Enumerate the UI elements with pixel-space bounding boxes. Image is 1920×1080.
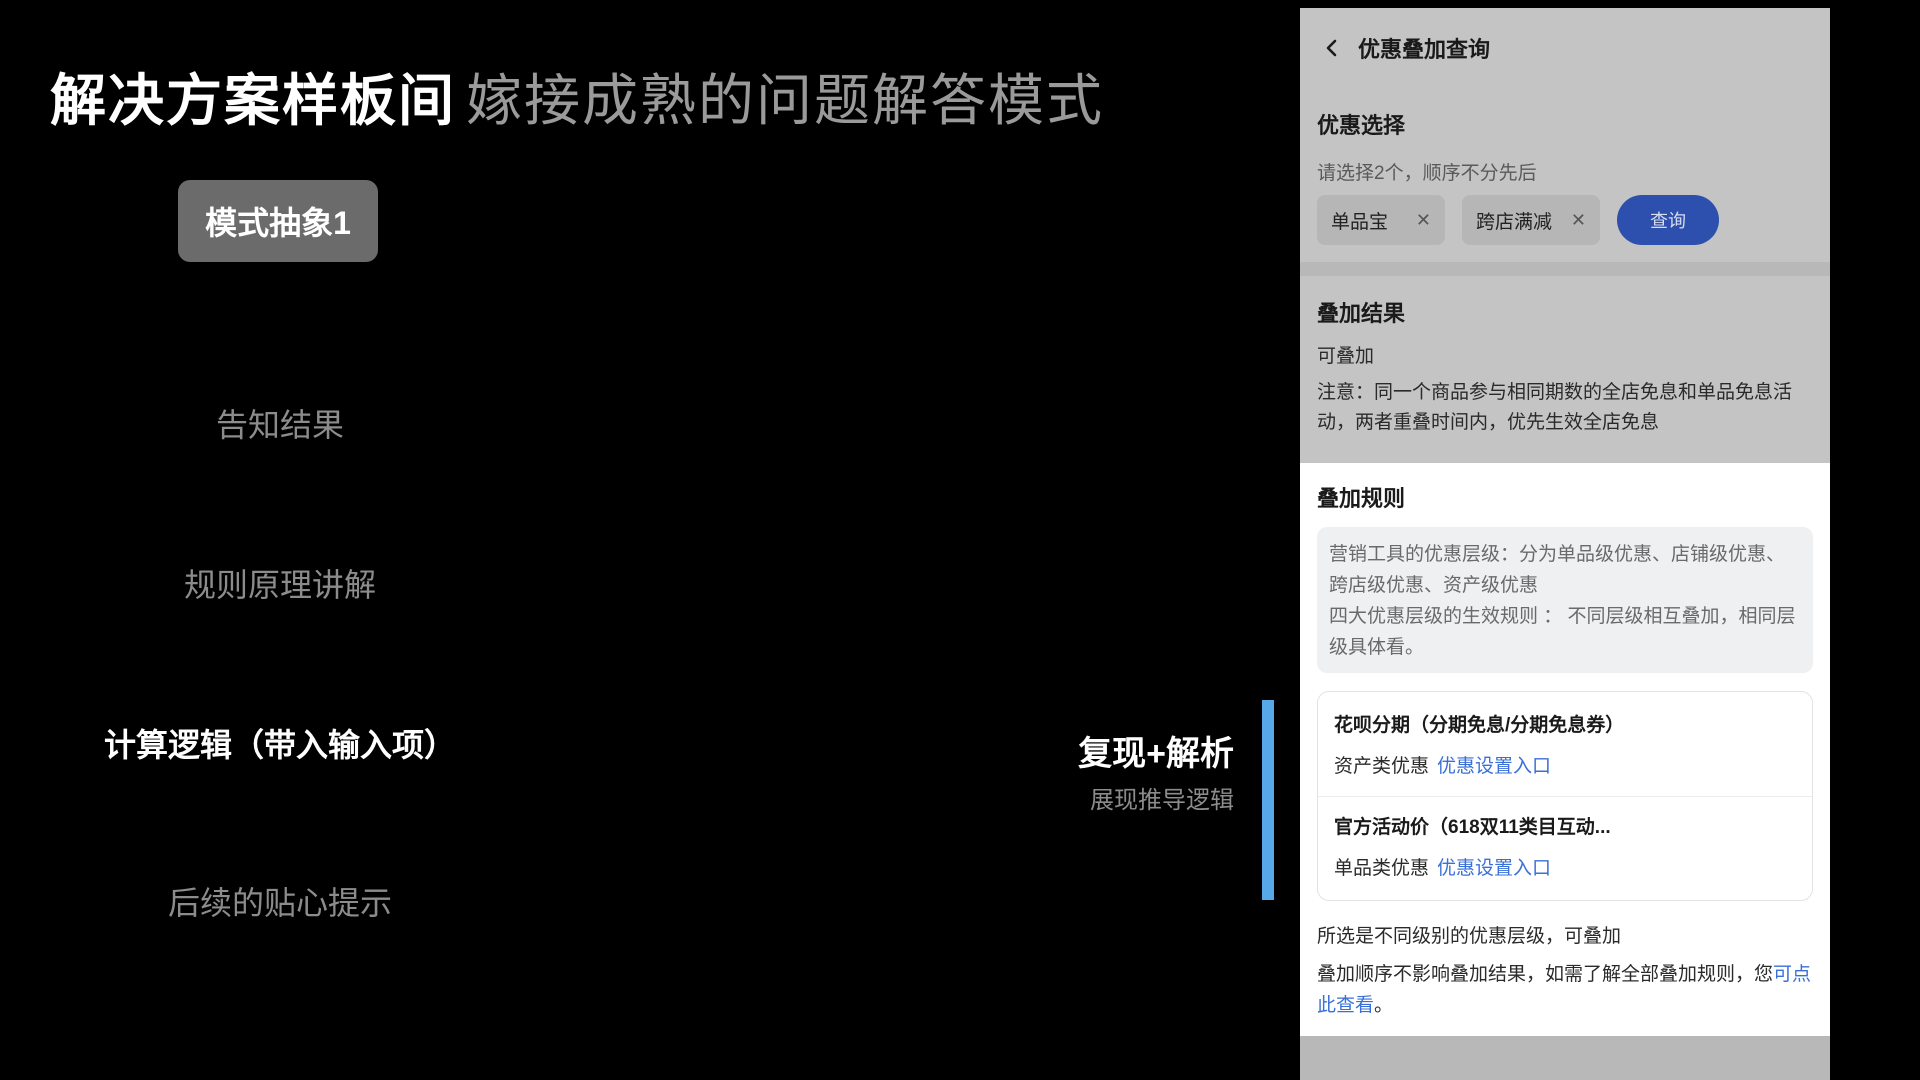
step-item-calculation[interactable]: 计算逻辑（带入输入项）: [0, 720, 560, 766]
step-active-pill[interactable]: 模式抽象1: [178, 180, 378, 262]
footer-end: 。: [1374, 995, 1394, 1016]
callout-accent-bar: [1262, 700, 1274, 900]
rules-description: 营销工具的优惠层级：分为单品级优惠、店铺级优惠、跨店级优惠、资产级优惠 四大优惠…: [1317, 527, 1813, 673]
promo-type: 单品类优惠: [1334, 858, 1430, 879]
chip-label: 跨店满减: [1476, 211, 1553, 233]
rules-desc-line1: 营销工具的优惠层级：分为单品级优惠、店铺级优惠、跨店级优惠、资产级优惠: [1329, 544, 1786, 596]
rules-header: 叠加规则: [1300, 481, 1830, 513]
remove-chip-icon[interactable]: ✕: [1416, 210, 1431, 231]
chip-label: 单品宝: [1331, 211, 1389, 233]
result-status: 可叠加: [1317, 346, 1375, 367]
selection-hint: 请选择2个，顺序不分先后: [1317, 163, 1537, 184]
query-button[interactable]: 查询: [1617, 195, 1719, 245]
nav-title: 优惠叠加查询: [1358, 37, 1491, 62]
promo-settings-link[interactable]: 优惠设置入口: [1437, 756, 1551, 777]
list-item: 花呗分期（分期免息/分期免息券） 资产类优惠 优惠设置入口: [1318, 710, 1812, 778]
back-arrow-icon[interactable]: [1320, 36, 1344, 60]
footer-text: 叠加顺序不影响叠加结果，如需了解全部叠加规则，您: [1317, 964, 1774, 985]
rules-title: 叠加规则: [1317, 486, 1406, 511]
step-item-result[interactable]: 告知结果: [0, 400, 560, 446]
list-item: 官方活动价（618双11类目互动... 单品类优惠 优惠设置入口: [1318, 812, 1812, 880]
step-item-rules[interactable]: 规则原理讲解: [0, 560, 560, 606]
promo-type-row: 单品类优惠 优惠设置入口: [1334, 853, 1796, 880]
slide: 解决方案样板间 嫁接成熟的问题解答模式 模式抽象1 告知结果 规则原理讲解 计算…: [0, 0, 1920, 1080]
rules-card: 叠加规则 营销工具的优惠层级：分为单品级优惠、店铺级优惠、跨店级优惠、资产级优惠…: [1300, 463, 1830, 1036]
promo-type: 资产类优惠: [1334, 756, 1430, 777]
phone-screen: 优惠叠加查询 优惠选择 请选择2个，顺序不分先后 单品宝 ✕ 跨店满减 ✕ 查询…: [1300, 8, 1830, 1080]
nav-bar: 优惠叠加查询: [1300, 8, 1830, 88]
slide-title: 解决方案样板间: [50, 69, 456, 132]
section-divider: [1300, 262, 1830, 276]
callout-subtitle: 展现推导逻辑: [1090, 787, 1234, 814]
promo-list: 花呗分期（分期免息/分期免息券） 资产类优惠 优惠设置入口 官方活动价（618双1…: [1317, 691, 1813, 901]
rules-desc-line2: 四大优惠层级的生效规则 ： 不同层级相互叠加，相同层级具体看。: [1329, 606, 1796, 658]
result-section: 叠加结果 可叠加 注意：同一个商品参与相同期数的全店免息和单品免息活动，两者重叠…: [1300, 296, 1830, 438]
remove-chip-icon[interactable]: ✕: [1571, 210, 1586, 231]
rules-conclusion: 所选是不同级别的优惠层级，可叠加: [1317, 926, 1622, 947]
result-note: 注意：同一个商品参与相同期数的全店免息和单品免息活动，两者重叠时间内，优先生效全…: [1317, 382, 1793, 433]
promo-type-row: 资产类优惠 优惠设置入口: [1334, 751, 1796, 778]
slide-subtitle: 嫁接成熟的问题解答模式: [466, 69, 1104, 132]
callout-title: 复现+解析: [1078, 735, 1234, 773]
promo-name: 花呗分期（分期免息/分期免息券）: [1334, 715, 1625, 736]
selection-title: 优惠选择: [1317, 113, 1406, 138]
selection-section: 优惠选择 请选择2个，顺序不分先后: [1300, 108, 1830, 185]
chip-cross-store[interactable]: 跨店满减 ✕: [1462, 195, 1600, 245]
result-title: 叠加结果: [1317, 301, 1406, 326]
chip-single-item[interactable]: 单品宝 ✕: [1317, 195, 1445, 245]
promo-name: 官方活动价（618双11类目互动...: [1334, 817, 1611, 838]
step-item-tips[interactable]: 后续的贴心提示: [0, 878, 560, 924]
rules-footer: 叠加顺序不影响叠加结果，如需了解全部叠加规则，您可点此查看。: [1317, 959, 1817, 1021]
bottom-band: [1300, 1036, 1830, 1080]
list-divider: [1318, 796, 1812, 797]
promo-settings-link[interactable]: 优惠设置入口: [1437, 858, 1551, 879]
